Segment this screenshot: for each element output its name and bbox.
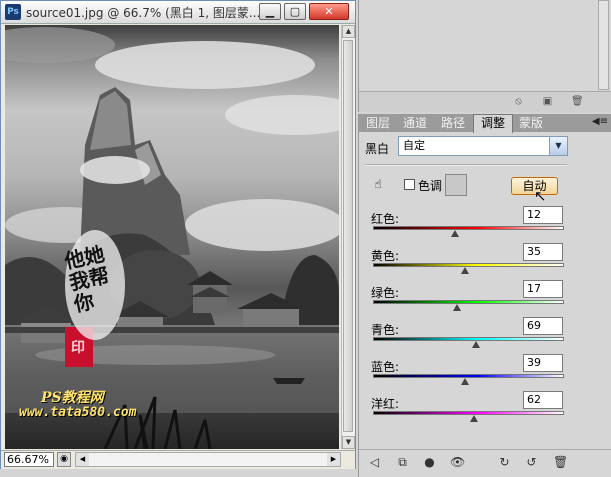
adjustments-panel: 图层 通道 路径 调整 蒙版 ◀≡ 黑白 自定 ▼ ☝ 色调 自动 ↖ 红色: 1… (358, 114, 611, 477)
tab-adjustments[interactable]: 调整 (473, 114, 513, 133)
landscape-image (5, 27, 339, 449)
chevron-down-icon[interactable]: ▼ (549, 137, 567, 155)
scroll-up-icon[interactable]: ▲ (342, 25, 355, 38)
tab-layers[interactable]: 图层 (361, 115, 395, 132)
watermark-url: www.tata580.com (19, 405, 137, 420)
document-window: Ps source01.jpg @ 66.7% (黑白 1, 图层蒙... ▁ … (0, 0, 356, 469)
preset-select[interactable]: 自定 ▼ (398, 136, 568, 156)
delete-adjustment-icon[interactable]: 🗑 (553, 455, 568, 470)
preset-value: 自定 (403, 139, 425, 152)
expanded-view-icon[interactable]: ⧉ (395, 455, 410, 470)
slider-label: 洋红: (371, 397, 400, 411)
preset-label: 黑白 (365, 142, 390, 156)
scroll-left-icon[interactable]: ◀ (76, 453, 89, 466)
slider-thumb[interactable] (472, 341, 481, 348)
slider-track[interactable] (373, 337, 564, 341)
back-arrow-icon[interactable]: ◁ (367, 455, 382, 470)
targeted-adjustment-hand-icon[interactable]: ☝ (369, 177, 387, 193)
slider-label: 红色: (371, 212, 400, 226)
panel-tabs: 图层 通道 路径 调整 蒙版 ◀≡ (359, 114, 611, 133)
tab-paths[interactable]: 路径 (435, 115, 471, 132)
slider-label: 黄色: (371, 249, 400, 263)
restore-button[interactable]: ▢ (284, 3, 306, 20)
image-canvas[interactable]: 他她我帮你 印 PS教程网 www.tata580.com (5, 25, 339, 449)
slider-value-input[interactable]: 39 (523, 354, 563, 372)
minimize-button[interactable]: ▁ (259, 3, 281, 20)
slider-thumb[interactable] (453, 304, 462, 311)
tint-label: 色调 (418, 179, 443, 193)
slider-label: 青色: (371, 323, 400, 337)
close-button[interactable]: ✕ (309, 3, 349, 20)
reset-icon[interactable]: ↺ (524, 455, 539, 470)
slider-value-input[interactable]: 62 (523, 391, 563, 409)
slider-value-input[interactable]: 17 (523, 280, 563, 298)
document-status-bar: 66.67% ◉ ◀ ▶ (1, 450, 355, 469)
view-previous-state-icon[interactable]: ↻ (497, 455, 512, 470)
slider-thumb[interactable] (460, 267, 469, 274)
slider-value-input[interactable]: 69 (523, 317, 563, 335)
tab-masks[interactable]: 蒙版 (513, 115, 549, 132)
slider-thumb[interactable] (451, 230, 460, 237)
new-document-icon[interactable]: ▣ (542, 96, 553, 107)
slider-track[interactable] (373, 300, 564, 304)
tint-checkbox[interactable] (404, 179, 415, 190)
slider-thumb[interactable] (470, 415, 479, 422)
adjustments-footer: ◁ ⧉ ● 👁 ↻ ↺ 🗑 (359, 449, 611, 476)
slider-thumb[interactable] (460, 378, 469, 385)
document-title-bar[interactable]: Ps source01.jpg @ 66.7% (黑白 1, 图层蒙... ▁ … (1, 1, 355, 24)
divider (365, 164, 567, 166)
scroll-right-icon[interactable]: ▶ (327, 453, 340, 466)
upper-panel-scrollbar[interactable] (598, 0, 609, 90)
slider-label: 蓝色: (371, 360, 400, 374)
upper-panel: ⦸ ▣ 🗑 (358, 0, 611, 112)
clip-to-layer-icon[interactable]: ● (422, 455, 437, 470)
mouse-pointer-icon: ↖ (534, 187, 547, 205)
slider-label: 绿色: (371, 286, 400, 300)
zoom-field[interactable]: 66.67% (4, 452, 54, 467)
slider-value-input[interactable]: 35 (523, 243, 563, 261)
watermark-title: PS教程网 (41, 390, 104, 406)
tint-color-swatch[interactable] (445, 174, 467, 196)
scroll-thumb[interactable] (343, 40, 353, 432)
slider-track[interactable] (373, 226, 564, 230)
clear-icon[interactable]: ⦸ (513, 96, 524, 107)
photoshop-icon: Ps (5, 4, 21, 20)
horizontal-scrollbar[interactable]: ◀ ▶ (75, 452, 341, 467)
minimize-icon: ▁ (265, 5, 275, 18)
seal-text: 印 (71, 340, 85, 356)
slider-track[interactable] (373, 411, 564, 415)
upper-panel-footer: ⦸ ▣ 🗑 (359, 91, 611, 112)
visibility-eye-icon[interactable]: 👁 (450, 455, 465, 470)
scroll-down-icon[interactable]: ▼ (342, 436, 355, 449)
panel-menu-icon[interactable]: ◀≡ (592, 116, 608, 127)
vertical-scrollbar[interactable]: ▲ ▼ (341, 25, 355, 449)
tab-channels[interactable]: 通道 (397, 115, 433, 132)
slider-value-input[interactable]: 12 (523, 206, 563, 224)
trash-icon[interactable]: 🗑 (571, 96, 584, 107)
restore-icon: ▢ (289, 5, 301, 18)
status-menu-icon[interactable]: ◉ (57, 452, 71, 467)
document-title: source01.jpg @ 66.7% (黑白 1, 图层蒙... (26, 6, 261, 20)
close-icon: ✕ (324, 5, 334, 18)
